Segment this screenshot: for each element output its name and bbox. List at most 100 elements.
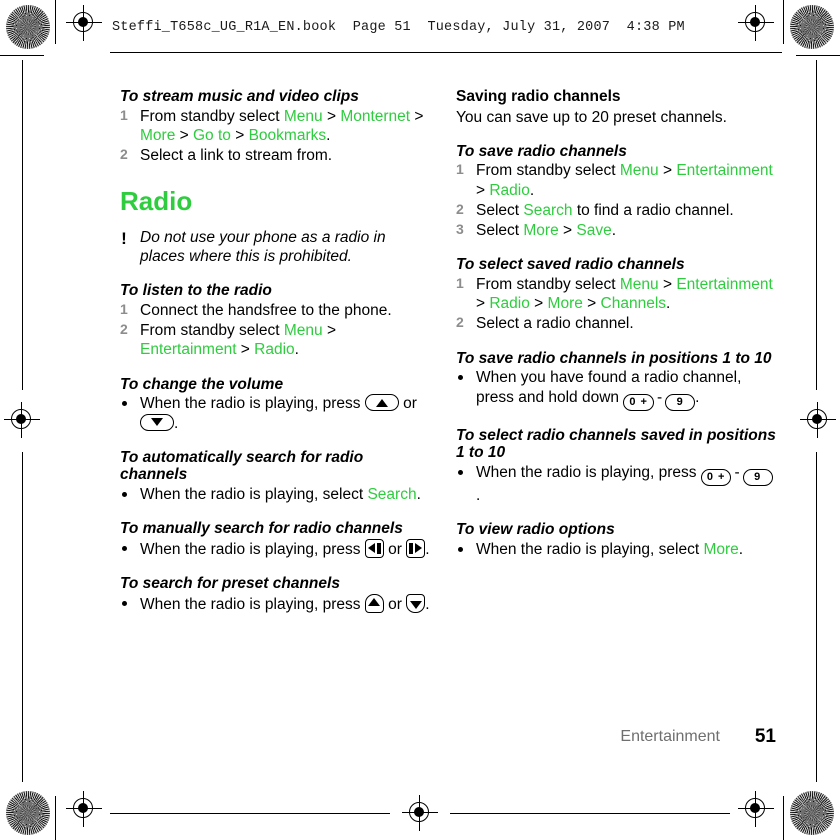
ui-term-goto: Go to (193, 126, 231, 144)
step-text: When the radio is playing, press or . (140, 538, 430, 558)
step-text-fragment: > (230, 126, 249, 144)
section-title-radio: Radio (120, 186, 193, 217)
ui-term-more: More (703, 540, 739, 558)
key-range-dash: - (656, 388, 663, 406)
left-column: To stream music and video clips 1 From s… (120, 88, 430, 615)
step-text-fragment: > (476, 181, 490, 199)
step-text-fragment: or (383, 595, 407, 613)
step-text: Select More > Save. (476, 222, 616, 239)
step-item: When the radio is playing, select More. (456, 540, 776, 559)
step-text-fragment: When the radio is playing, press (140, 595, 365, 613)
ui-term-monternet: Monternet (340, 107, 411, 125)
ui-term-save: Save (576, 222, 612, 240)
step-number: 3 (456, 221, 464, 238)
step-item: 2 Select Search to find a radio channel. (456, 201, 776, 220)
step-text: Select Search to find a radio channel. (476, 202, 734, 219)
step-text: Select a radio channel. (476, 315, 634, 333)
footer-page-number: 51 (754, 726, 776, 747)
print-density-mark-top-left (6, 5, 50, 49)
step-text-fragment: > (582, 295, 601, 313)
step-number: 1 (456, 275, 464, 291)
step-text: From standby select Menu > Monternet > M… (140, 108, 423, 144)
subsection-title-saving: Saving radio channels (456, 88, 621, 105)
step-item: When the radio is playing, press or . (120, 538, 430, 559)
step-text: Connect the handsfree to the phone. (140, 302, 392, 319)
print-density-mark-top-right (790, 5, 834, 49)
task-title-save-channels: To save radio channels (456, 142, 627, 160)
task-title-auto-search: To automatically search for radio channe… (120, 448, 364, 484)
step-text-fragment: or (398, 395, 417, 413)
step-text-fragment: . (425, 595, 430, 613)
step-item: 2 Select a radio channel. (456, 314, 776, 333)
step-text-fragment: > (529, 295, 548, 313)
ui-term-menu: Menu (283, 107, 323, 125)
key-nine-icon: 9 (742, 468, 773, 486)
ui-term-menu: Menu (619, 162, 659, 180)
step-text-fragment: Select (476, 201, 524, 219)
trim-rule-right-edge-vertical-lower (816, 452, 818, 782)
registration-target-top-right (738, 5, 774, 41)
registration-target-bottom-left (66, 791, 102, 827)
print-density-mark-bottom-left (6, 791, 50, 835)
step-text-fragment: When the radio is playing, press (140, 395, 365, 413)
step-item: 1 From standby select Menu > Entertainme… (456, 161, 776, 199)
step-text: When the radio is playing, press 0 + -9. (476, 464, 773, 504)
task-title-manual-search: To manually search for radio channels (120, 520, 403, 538)
registration-target-bottom-right (738, 791, 774, 827)
ui-term-channels: Channels (600, 295, 667, 313)
caution-note: ! Do not use your phone as a radio in pl… (120, 228, 430, 266)
bullet-marker (458, 469, 463, 475)
trim-rule-top-left-vertical (55, 0, 57, 44)
step-text-fragment: . (666, 295, 671, 313)
step-text-fragment: When the radio is playing, select (140, 486, 368, 504)
step-item: When you have found a radio channel, pre… (456, 368, 776, 411)
registration-target-top-left (66, 5, 102, 41)
header-filename-text: Steffi_T658c_UG_R1A_EN.book Page 51 Tues… (112, 20, 685, 35)
page-footer: Entertainment 51 (120, 726, 776, 752)
trim-rule-left-edge-vertical (22, 60, 24, 390)
trim-rule-bottom-center-left (110, 812, 390, 814)
trim-rule-top-left-horizontal (0, 55, 44, 57)
step-text-fragment: > (322, 107, 341, 125)
step-text: When the radio is playing, select More. (476, 541, 743, 558)
task-title-save-positions: To save radio channels in positions 1 to… (456, 349, 772, 367)
step-item: When the radio is playing, press or . (120, 593, 430, 614)
task-title-listen: To listen to the radio (120, 282, 272, 300)
ui-term-more: More (547, 295, 583, 313)
bullet-marker (458, 546, 463, 552)
step-item: 2 From standby select Menu > Entertainme… (120, 321, 430, 359)
ui-term-radio: Radio (489, 295, 530, 313)
step-text-fragment: . (611, 222, 617, 240)
task-title-preset-search: To search for preset channels (120, 575, 340, 593)
task-title-stream: To stream music and video clips (120, 88, 359, 105)
key-range-dash: - (734, 463, 740, 481)
step-item: 1 Connect the handsfree to the phone. (120, 301, 430, 320)
trim-rule-bottom-right-vertical (783, 796, 785, 840)
step-text-fragment: > (236, 341, 255, 359)
trim-rule-top-right-vertical (783, 0, 785, 44)
step-text: Select a link to stream from. (140, 147, 333, 165)
step-text-fragment: From standby select (140, 322, 284, 340)
registration-target-left-middle (4, 402, 40, 438)
ui-term-search: Search (523, 201, 573, 219)
step-item: When the radio is playing, press or . (120, 394, 430, 432)
saving-intro-text: You can save up to 20 preset channels. (456, 108, 727, 126)
footer-chapter-name: Entertainment (620, 728, 720, 745)
ui-term-more: More (140, 126, 176, 144)
step-number: 2 (456, 314, 464, 331)
nav-up-key-icon (364, 593, 384, 613)
registration-target-right-middle (800, 402, 836, 438)
step-text-fragment: or (383, 540, 407, 558)
step-text-fragment: . (326, 126, 331, 144)
nav-down-key-icon (406, 593, 426, 613)
step-text: When the radio is playing, select Search… (140, 486, 421, 503)
step-text-fragment: . (425, 540, 430, 558)
step-text: When you have found a radio channel, pre… (476, 369, 741, 411)
trim-rule-right-edge-vertical (816, 60, 818, 390)
task-title-select-positions: To select radio channels saved in positi… (456, 426, 776, 462)
step-item: 1 From standby select Menu > Entertainme… (456, 275, 776, 313)
trim-rule-bottom-center-right (450, 812, 730, 814)
nav-left-key-icon (364, 538, 384, 558)
step-text-fragment: > (322, 322, 336, 340)
step-number: 1 (120, 106, 128, 123)
